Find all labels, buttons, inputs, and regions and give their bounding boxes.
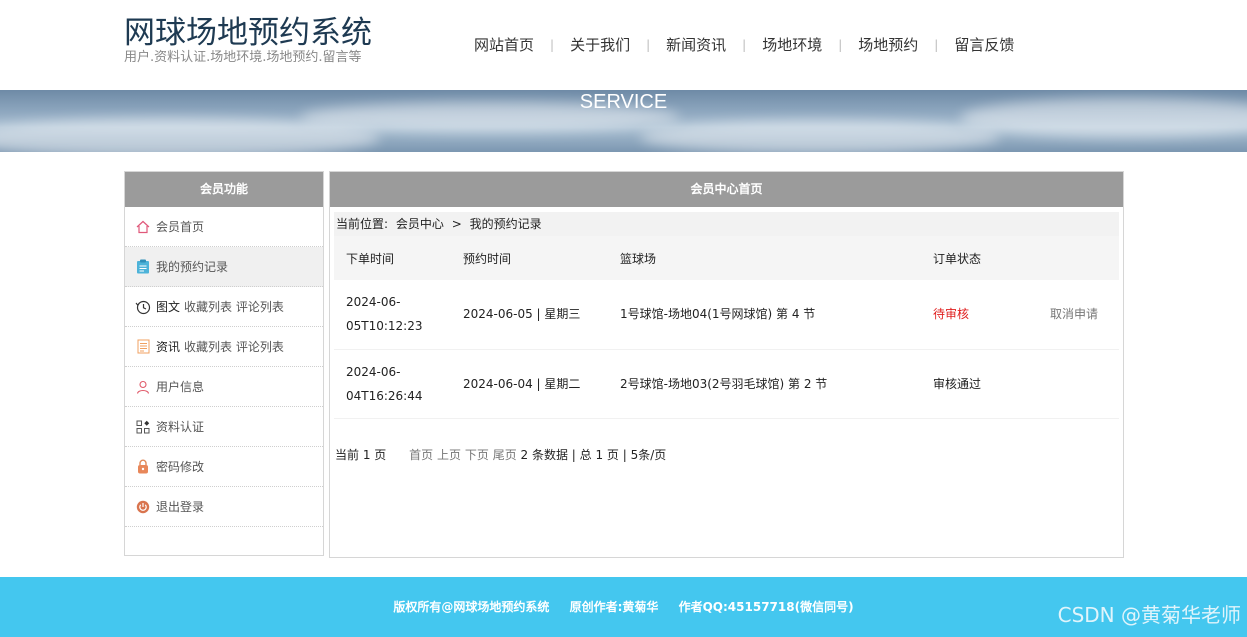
- banner-title: SERVICE: [579, 91, 668, 113]
- bookings-table: 下单时间 预约时间 篮球场 订单状态 2024-06- 05T10:12:23 …: [334, 236, 1119, 419]
- footer-qq: 作者QQ:45157718(微信同号): [678, 600, 854, 614]
- user-icon: [135, 379, 151, 395]
- panel-title: 会员中心首页: [330, 172, 1123, 207]
- footer-copyright: 版权所有@网球场地预约系统: [393, 600, 550, 614]
- nav-booking[interactable]: 场地预约: [842, 34, 934, 56]
- sidebar-item-label: 收藏列表 评论列表: [184, 300, 284, 314]
- footer-author: 原创作者:黄菊华: [569, 600, 659, 614]
- sidebar-item-news[interactable]: 资讯 收藏列表 评论列表: [125, 327, 323, 367]
- booking-time-cell: 2024-06-04 | 星期二: [451, 349, 608, 419]
- sidebar-item-label: 密码修改: [156, 460, 205, 474]
- cancel-request-link[interactable]: 取消申请: [1038, 280, 1119, 350]
- sidebar-item-articles[interactable]: 图文 收藏列表 评论列表: [125, 287, 323, 327]
- pager-first[interactable]: 首页: [409, 448, 433, 462]
- sidebar-item-user-info[interactable]: 用户信息: [125, 367, 323, 407]
- booking-time-cell: 2024-06-05 | 星期三: [451, 280, 608, 350]
- sidebar-item-label: 资料认证: [156, 420, 205, 434]
- order-time-clock: 04T16:26:44: [346, 388, 423, 403]
- column-header: 下单时间: [334, 236, 451, 280]
- pager-last[interactable]: 尾页: [493, 448, 517, 462]
- column-header: 预约时间: [451, 236, 608, 280]
- table-header-row: 下单时间 预约时间 篮球场 订单状态: [334, 236, 1119, 280]
- sidebar-item-member-home[interactable]: 会员首页: [125, 207, 323, 247]
- nav-home[interactable]: 网站首页: [458, 34, 550, 56]
- sidebar-item-label: 退出登录: [156, 500, 205, 514]
- nav-feedback[interactable]: 留言反馈: [938, 34, 1030, 56]
- site-header: 网球场地预约系统 用户.资料认证.场地环境.场地预约.留言等 网站首页 | 关于…: [0, 0, 1247, 90]
- table-row: 2024-06- 04T16:26:44 2024-06-04 | 星期二 2号…: [334, 349, 1119, 419]
- column-header: [1038, 236, 1119, 280]
- order-time-cell: 2024-06- 05T10:12:23: [334, 280, 451, 350]
- court-cell: 2号球馆-场地03(2号羽毛球馆) 第 2 节: [608, 349, 921, 419]
- pager-prev[interactable]: 上页: [437, 448, 461, 462]
- status-cell: 审核通过: [921, 349, 1038, 419]
- pager-current: 当前 1 页: [335, 448, 387, 462]
- csdn-watermark: CSDN @黄菊华老师: [1057, 603, 1241, 627]
- breadcrumb: 当前位置: 会员中心 > 我的预约记录: [334, 212, 1119, 236]
- sidebar-item-label: 我的预约记录: [156, 260, 229, 274]
- member-main-panel: 会员中心首页 当前位置: 会员中心 > 我的预约记录 下单时间 预约时间 篮球场…: [329, 171, 1124, 558]
- home-icon: [135, 219, 151, 235]
- hero-banner: SERVICE: [0, 90, 1247, 152]
- order-time-date: 2024-06-: [346, 364, 401, 379]
- site-subtitle: 用户.资料认证.场地环境.场地预约.留言等: [124, 50, 362, 65]
- breadcrumb-current: 我的预约记录: [469, 217, 542, 231]
- sidebar-item-my-bookings[interactable]: 我的预约记录: [125, 247, 323, 287]
- history-icon: [135, 299, 151, 315]
- court-cell: 1号球馆-场地04(1号网球馆) 第 4 节: [608, 280, 921, 350]
- sidebar-item-logout[interactable]: 退出登录: [125, 487, 323, 527]
- pager-next[interactable]: 下页: [465, 448, 489, 462]
- breadcrumb-separator: >: [451, 217, 462, 231]
- brand: 网球场地预约系统 用户.资料认证.场地环境.场地预约.留言等: [124, 14, 372, 66]
- column-header: 订单状态: [921, 236, 1038, 280]
- order-time-clock: 05T10:12:23: [346, 319, 423, 334]
- order-time-date: 2024-06-: [346, 295, 401, 310]
- column-header: 篮球场: [608, 236, 921, 280]
- table-row: 2024-06- 05T10:12:23 2024-06-05 | 星期三 1号…: [334, 280, 1119, 350]
- power-icon: [135, 499, 151, 515]
- pagination: 当前 1 页 首页 上页 下页 尾页 2 条数据 | 总 1 页 | 5条/页: [335, 446, 666, 463]
- lock-icon: [135, 459, 151, 475]
- action-cell: [1038, 349, 1119, 419]
- clipboard-icon: [135, 259, 151, 275]
- banner-cloud: [640, 120, 1000, 152]
- order-time-cell: 2024-06- 04T16:26:44: [334, 349, 451, 419]
- sidebar-item-label: 会员首页: [156, 220, 205, 234]
- sidebar-title: 会员功能: [125, 172, 323, 207]
- sidebar-item-change-password[interactable]: 密码修改: [125, 447, 323, 487]
- nav-venues[interactable]: 场地环境: [746, 34, 838, 56]
- member-sidebar: 会员功能 会员首页 我的预约记录 图文 收藏列表 评论列表 资讯 收藏列表 评论…: [124, 171, 324, 556]
- sidebar-item-label: 用户信息: [156, 380, 205, 394]
- breadcrumb-label: 当前位置:: [336, 217, 389, 231]
- sidebar-item-verification[interactable]: 资料认证: [125, 407, 323, 447]
- nav-news[interactable]: 新闻资讯: [650, 34, 742, 56]
- sidebar-item-label: 收藏列表 评论列表: [184, 340, 284, 354]
- sidebar-item-prefix: 图文: [156, 300, 181, 314]
- breadcrumb-member-center[interactable]: 会员中心: [396, 217, 444, 231]
- status-cell: 待审核: [921, 280, 1038, 350]
- document-icon: [135, 339, 151, 355]
- main-nav: 网站首页 | 关于我们 | 新闻资讯 | 场地环境 | 场地预约 | 留言反馈: [458, 34, 1030, 56]
- pager-summary: 2 条数据 | 总 1 页 | 5条/页: [520, 448, 667, 462]
- sidebar-item-prefix: 资讯: [156, 340, 181, 354]
- site-title: 网球场地预约系统: [124, 15, 372, 51]
- apps-icon: [135, 419, 151, 435]
- nav-about[interactable]: 关于我们: [554, 34, 646, 56]
